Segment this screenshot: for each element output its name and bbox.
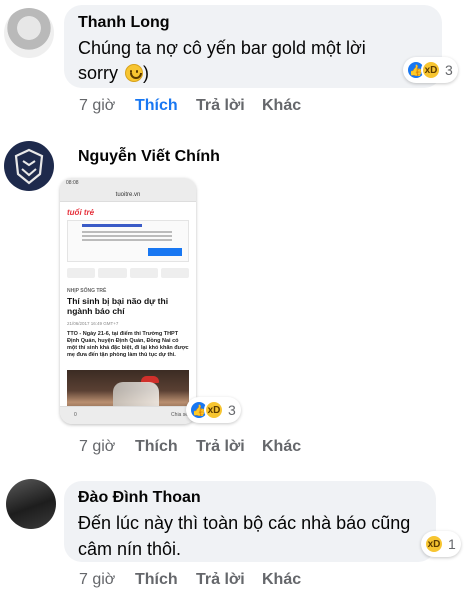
comment-author[interactable]: Đào Đình Thoan bbox=[78, 489, 201, 507]
avatar-thanh-long[interactable] bbox=[4, 8, 54, 58]
reply-button[interactable]: Trả lời bbox=[196, 438, 245, 456]
comment-author[interactable]: Thanh Long bbox=[78, 14, 170, 32]
comment-text-line-1: Đến lúc này thì toàn bộ các nhà báo cũng bbox=[78, 513, 411, 533]
article-title: Thí sinh bị bại não dự thi ngành báo chí bbox=[67, 296, 169, 316]
g2-logo-icon bbox=[14, 148, 44, 185]
reaction-count: 3 bbox=[228, 402, 236, 418]
comment-time[interactable]: 7 giờ bbox=[79, 438, 115, 456]
comment-author[interactable]: Nguyễn Viết Chính bbox=[78, 148, 220, 166]
haha-icon: xD bbox=[424, 534, 444, 554]
like-button[interactable]: Thích bbox=[135, 97, 178, 115]
site-nav bbox=[67, 268, 189, 278]
comment-text-line-1: Chúng ta nợ cô yến bar gold một lời bbox=[78, 38, 366, 58]
ad-banner bbox=[67, 220, 189, 262]
article-page: tuổi trẻ NHỊP SỐNG TRẺ Thí sinh bị bại n… bbox=[60, 202, 196, 416]
article-category: NHỊP SỐNG TRẺ bbox=[67, 288, 107, 294]
comment-text-line-2-wrap: sorry ) bbox=[78, 63, 150, 83]
reaction-count: 3 bbox=[445, 62, 453, 78]
screenshot-attachment[interactable]: 08:08 tuoitre.vn tuổi trẻ NHỊP SỐNG TRẺ … bbox=[60, 178, 196, 424]
haha-icon: xD bbox=[421, 60, 441, 80]
article-lead: TTO - Ngày 21-6, tại điểm thi Trường THP… bbox=[67, 331, 189, 358]
comment-actions: 7 giờ Thích Trả lời Khác bbox=[79, 438, 379, 458]
more-button[interactable]: Khác bbox=[262, 571, 301, 589]
bar-like-count: 0 bbox=[74, 412, 77, 418]
site-logo: tuổi trẻ bbox=[67, 208, 95, 217]
avatar-dao-dinh-thoan[interactable] bbox=[6, 479, 56, 529]
browser-bottom-bar: 0 Chia sẻ bbox=[60, 406, 196, 424]
slightly-smiling-face-icon bbox=[125, 64, 144, 82]
status-time: 08:08 bbox=[66, 180, 79, 186]
like-button[interactable]: Thích bbox=[135, 438, 178, 456]
reaction-summary[interactable]: 👍 xD 3 bbox=[186, 397, 241, 423]
reaction-count: 1 bbox=[448, 536, 456, 552]
comment-text-line-2: câm nín thôi. bbox=[78, 539, 182, 559]
comment-actions: 7 giờ Thích Trả lời Khác bbox=[79, 571, 379, 591]
haha-icon: xD bbox=[204, 400, 224, 420]
reply-button[interactable]: Trả lời bbox=[196, 571, 245, 589]
reaction-summary[interactable]: 👍 xD 3 bbox=[403, 57, 458, 83]
more-button[interactable]: Khác bbox=[262, 97, 301, 115]
comment-time[interactable]: 7 giờ bbox=[79, 97, 115, 115]
browser-url: tuoitre.vn bbox=[60, 188, 196, 202]
comment-text-line-2: sorry bbox=[78, 63, 118, 83]
like-button[interactable]: Thích bbox=[135, 571, 178, 589]
phone-status-bar: 08:08 bbox=[60, 178, 196, 188]
reaction-summary[interactable]: xD 1 bbox=[421, 531, 461, 557]
avatar-nguyen-viet-chinh[interactable] bbox=[4, 141, 54, 191]
comment-time[interactable]: 7 giờ bbox=[79, 571, 115, 589]
comment-actions: 7 giờ Thích Trả lời Khác bbox=[79, 97, 379, 117]
reply-button[interactable]: Trả lời bbox=[196, 97, 245, 115]
more-button[interactable]: Khác bbox=[262, 438, 301, 456]
article-date: 21/06/2017 16:49 GMT+7 bbox=[67, 321, 119, 326]
